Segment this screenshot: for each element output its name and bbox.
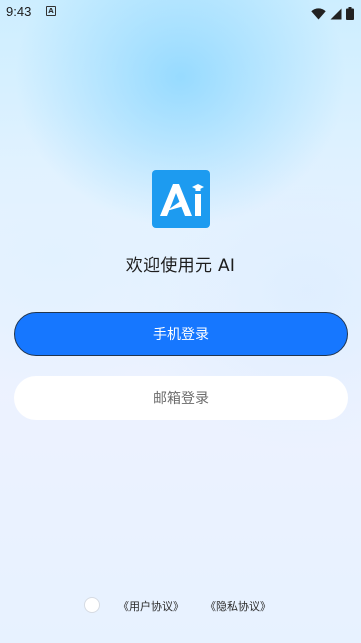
signal-icon [330,5,342,24]
battery-icon [346,5,354,24]
status-time: 9:43 [6,4,32,19]
email-login-button[interactable]: 邮箱登录 [14,376,348,420]
agreement-checkbox[interactable] [84,597,100,613]
graduation-cap-icon [192,184,204,191]
user-agreement-link[interactable]: 《用户协议》 [118,598,184,614]
email-login-label: 邮箱登录 [153,391,209,407]
privacy-policy-link[interactable]: 《隐私协议》 [205,598,271,614]
app-notification-icon: A [46,6,56,16]
agreement-row: 《用户协议》 《隐私协议》 [0,596,361,616]
status-bar: 9:43 A [0,0,361,24]
wifi-icon [311,5,326,24]
welcome-title: 欢迎使用元 AI [125,256,236,276]
status-icons [311,5,354,24]
phone-login-button[interactable]: 手机登录 [14,312,348,356]
app-logo [152,170,210,228]
phone-login-label: 手机登录 [153,327,209,343]
